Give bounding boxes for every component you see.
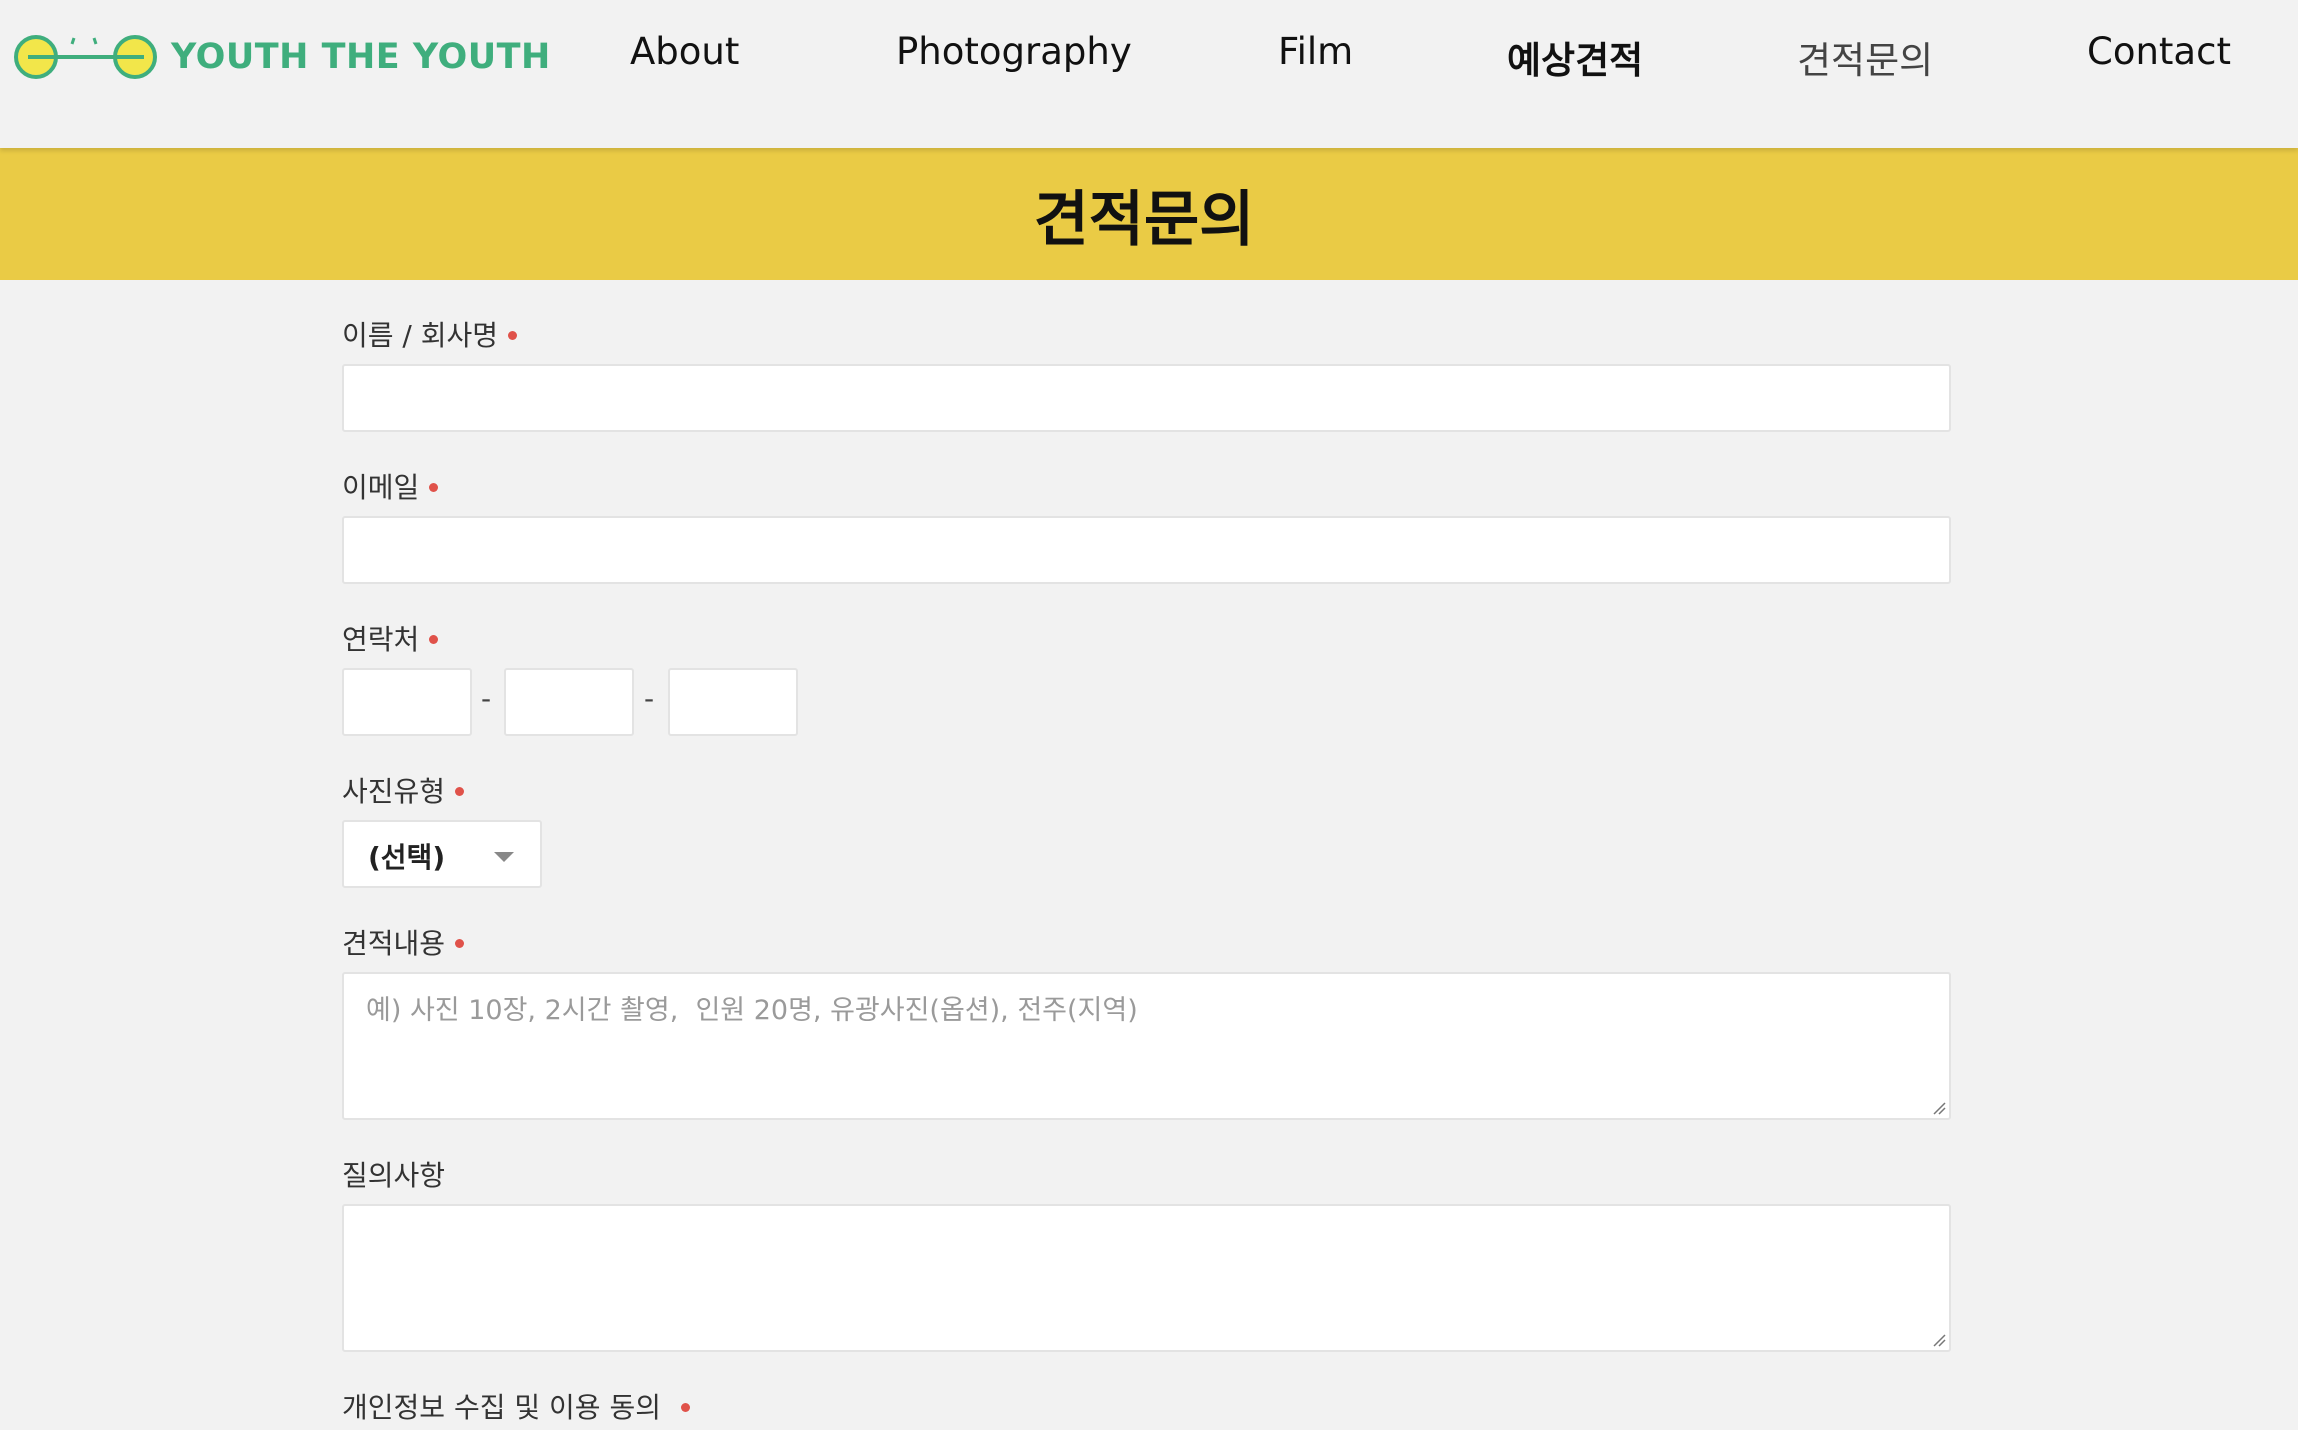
required-dot xyxy=(429,634,439,644)
email-label-text: 이메일 xyxy=(342,471,420,504)
page-banner: 견적문의 xyxy=(0,148,2298,280)
photo-type-label-text: 사진유형 xyxy=(342,775,446,808)
phone-separator: - xyxy=(644,682,655,715)
name-field[interactable] xyxy=(342,364,1951,432)
quote-field[interactable] xyxy=(342,972,1951,1120)
nav-about[interactable]: About xyxy=(630,30,739,73)
privacy-label: 개인정보 수집 및 이용 동의 xyxy=(342,1386,690,1426)
logo-text: YOUTH THE YOUTH xyxy=(171,37,551,77)
email-label: 이메일 xyxy=(342,466,439,506)
name-label-text: 이름 / 회사명 xyxy=(342,319,499,352)
phone-separator: - xyxy=(481,682,492,715)
nav-estimate[interactable]: 예상견적 xyxy=(1507,30,1643,84)
logo-icon xyxy=(14,35,157,79)
chevron-down-icon xyxy=(494,852,514,862)
page-title: 견적문의 xyxy=(1033,184,1255,255)
site-header: YOUTH THE YOUTH About Photography Film 예… xyxy=(0,0,2298,148)
required-dot xyxy=(429,482,439,492)
resize-grip-icon[interactable] xyxy=(1932,1333,1946,1347)
phone-part-1[interactable] xyxy=(342,668,472,736)
required-dot xyxy=(455,786,465,796)
logo[interactable]: YOUTH THE YOUTH xyxy=(14,28,551,86)
inquiry-field[interactable] xyxy=(342,1204,1951,1352)
phone-part-3[interactable] xyxy=(668,668,798,736)
photo-type-select[interactable]: (선택) xyxy=(342,820,542,888)
quote-textarea[interactable] xyxy=(344,974,1949,1118)
required-dot xyxy=(508,330,518,340)
nav-film[interactable]: Film xyxy=(1278,30,1353,73)
nav-photography[interactable]: Photography xyxy=(896,30,1132,73)
phone-label: 연락처 xyxy=(342,618,439,658)
quote-label-text: 견적내용 xyxy=(342,927,446,960)
phone-input-3[interactable] xyxy=(670,670,796,734)
name-input[interactable] xyxy=(344,366,1949,430)
photo-type-selected: (선택) xyxy=(368,841,446,874)
phone-label-text: 연락처 xyxy=(342,623,420,656)
phone-input-2[interactable] xyxy=(506,670,632,734)
privacy-label-text: 개인정보 수집 및 이용 동의 xyxy=(342,1391,661,1424)
quote-label: 견적내용 xyxy=(342,922,465,962)
nav-contact[interactable]: Contact xyxy=(2087,30,2231,73)
inquiry-label: 질의사항 xyxy=(342,1154,445,1194)
name-label: 이름 / 회사명 xyxy=(342,314,518,354)
inquiry-textarea[interactable] xyxy=(344,1206,1949,1350)
phone-input-1[interactable] xyxy=(344,670,470,734)
phone-part-2[interactable] xyxy=(504,668,634,736)
nav-quote-inquiry[interactable]: 견적문의 xyxy=(1797,30,1933,84)
email-input[interactable] xyxy=(344,518,1949,582)
email-field[interactable] xyxy=(342,516,1951,584)
inquiry-label-text: 질의사항 xyxy=(342,1159,446,1192)
resize-grip-icon[interactable] xyxy=(1932,1101,1946,1115)
photo-type-label: 사진유형 xyxy=(342,770,465,810)
required-dot xyxy=(455,938,465,948)
required-dot xyxy=(680,1402,690,1412)
